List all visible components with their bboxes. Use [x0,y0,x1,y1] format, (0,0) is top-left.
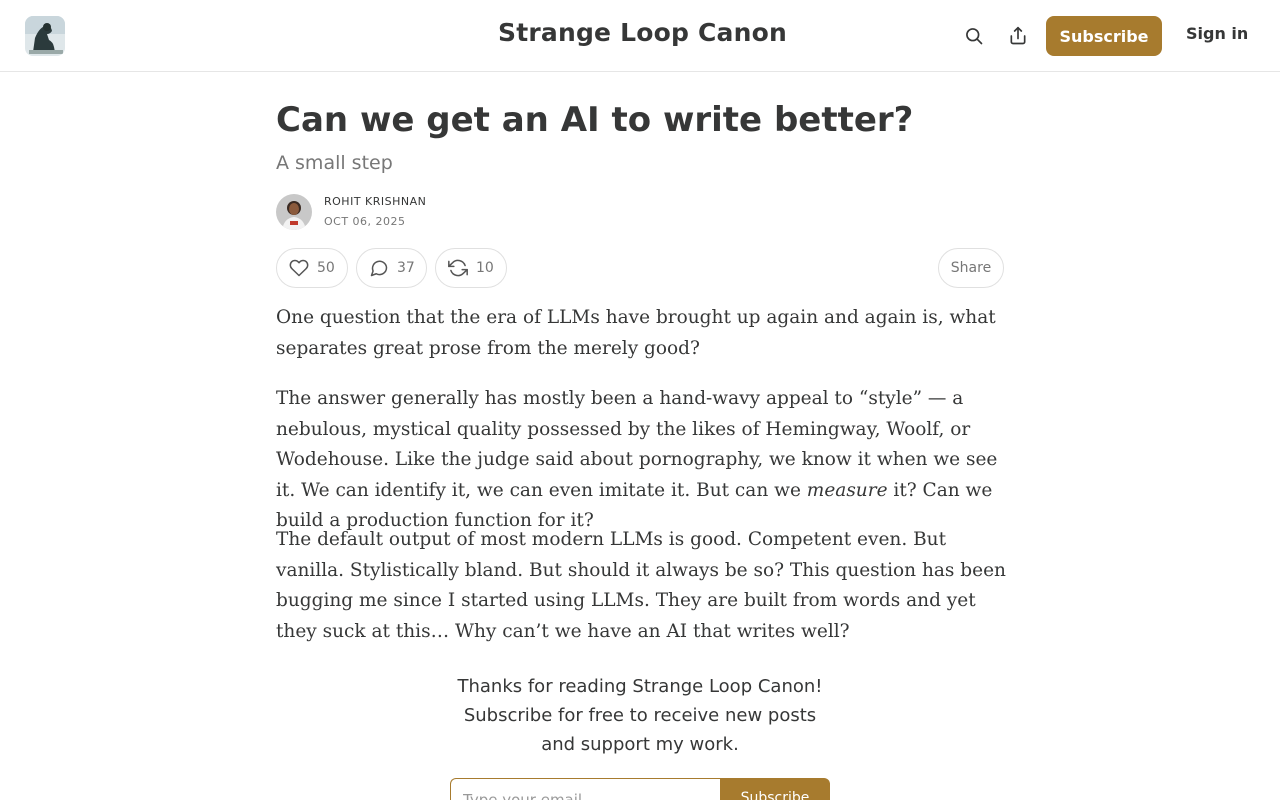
comments-button[interactable]: 37 [356,248,427,288]
cta-line: Subscribe for free to receive new posts [463,705,817,726]
share-icon [1010,26,1026,45]
share-post-button[interactable]: Share [938,248,1004,288]
search-button[interactable] [960,22,988,50]
search-icon [966,28,983,45]
like-count: 50 [317,260,335,276]
cta-line: and support my work. [541,734,739,755]
comment-icon [370,260,388,277]
subscribe-cta-text: Thanks for reading Strange Loop Canon! S… [440,672,840,759]
post-date: OCT 06, 2025 [324,215,406,228]
body-paragraph-3: The default output of most modern LLMs i… [276,529,1006,642]
email-subscribe-button[interactable]: Subscribe [720,778,830,800]
top-navigation-bar: Strange Loop Canon Subscribe Sign in [0,0,1280,72]
restack-icon [448,259,468,277]
body-paragraph-1: One question that the era of LLMs have b… [276,307,996,359]
comment-count: 37 [397,260,415,276]
sign-in-button[interactable]: Sign in [1186,24,1248,43]
heart-icon [289,259,309,277]
email-input[interactable] [450,778,720,800]
like-button[interactable]: 50 [276,248,348,288]
share-button[interactable] [1004,22,1032,50]
restack-button[interactable]: 10 [435,248,507,288]
author-avatar[interactable] [276,194,312,230]
post-title: Can we get an AI to write better? [276,100,914,140]
post-subtitle: A small step [276,152,393,174]
emphasis-text: measure [806,479,888,501]
author-name[interactable]: ROHIT KRISHNAN [324,195,426,208]
email-subscribe-form: Subscribe [450,778,830,800]
restack-count: 10 [476,260,494,276]
subscribe-button[interactable]: Subscribe [1046,16,1162,56]
body-paragraph-2: The answer generally has mostly been a h… [276,384,1006,537]
cta-line: Thanks for reading Strange Loop Canon! [457,676,823,697]
